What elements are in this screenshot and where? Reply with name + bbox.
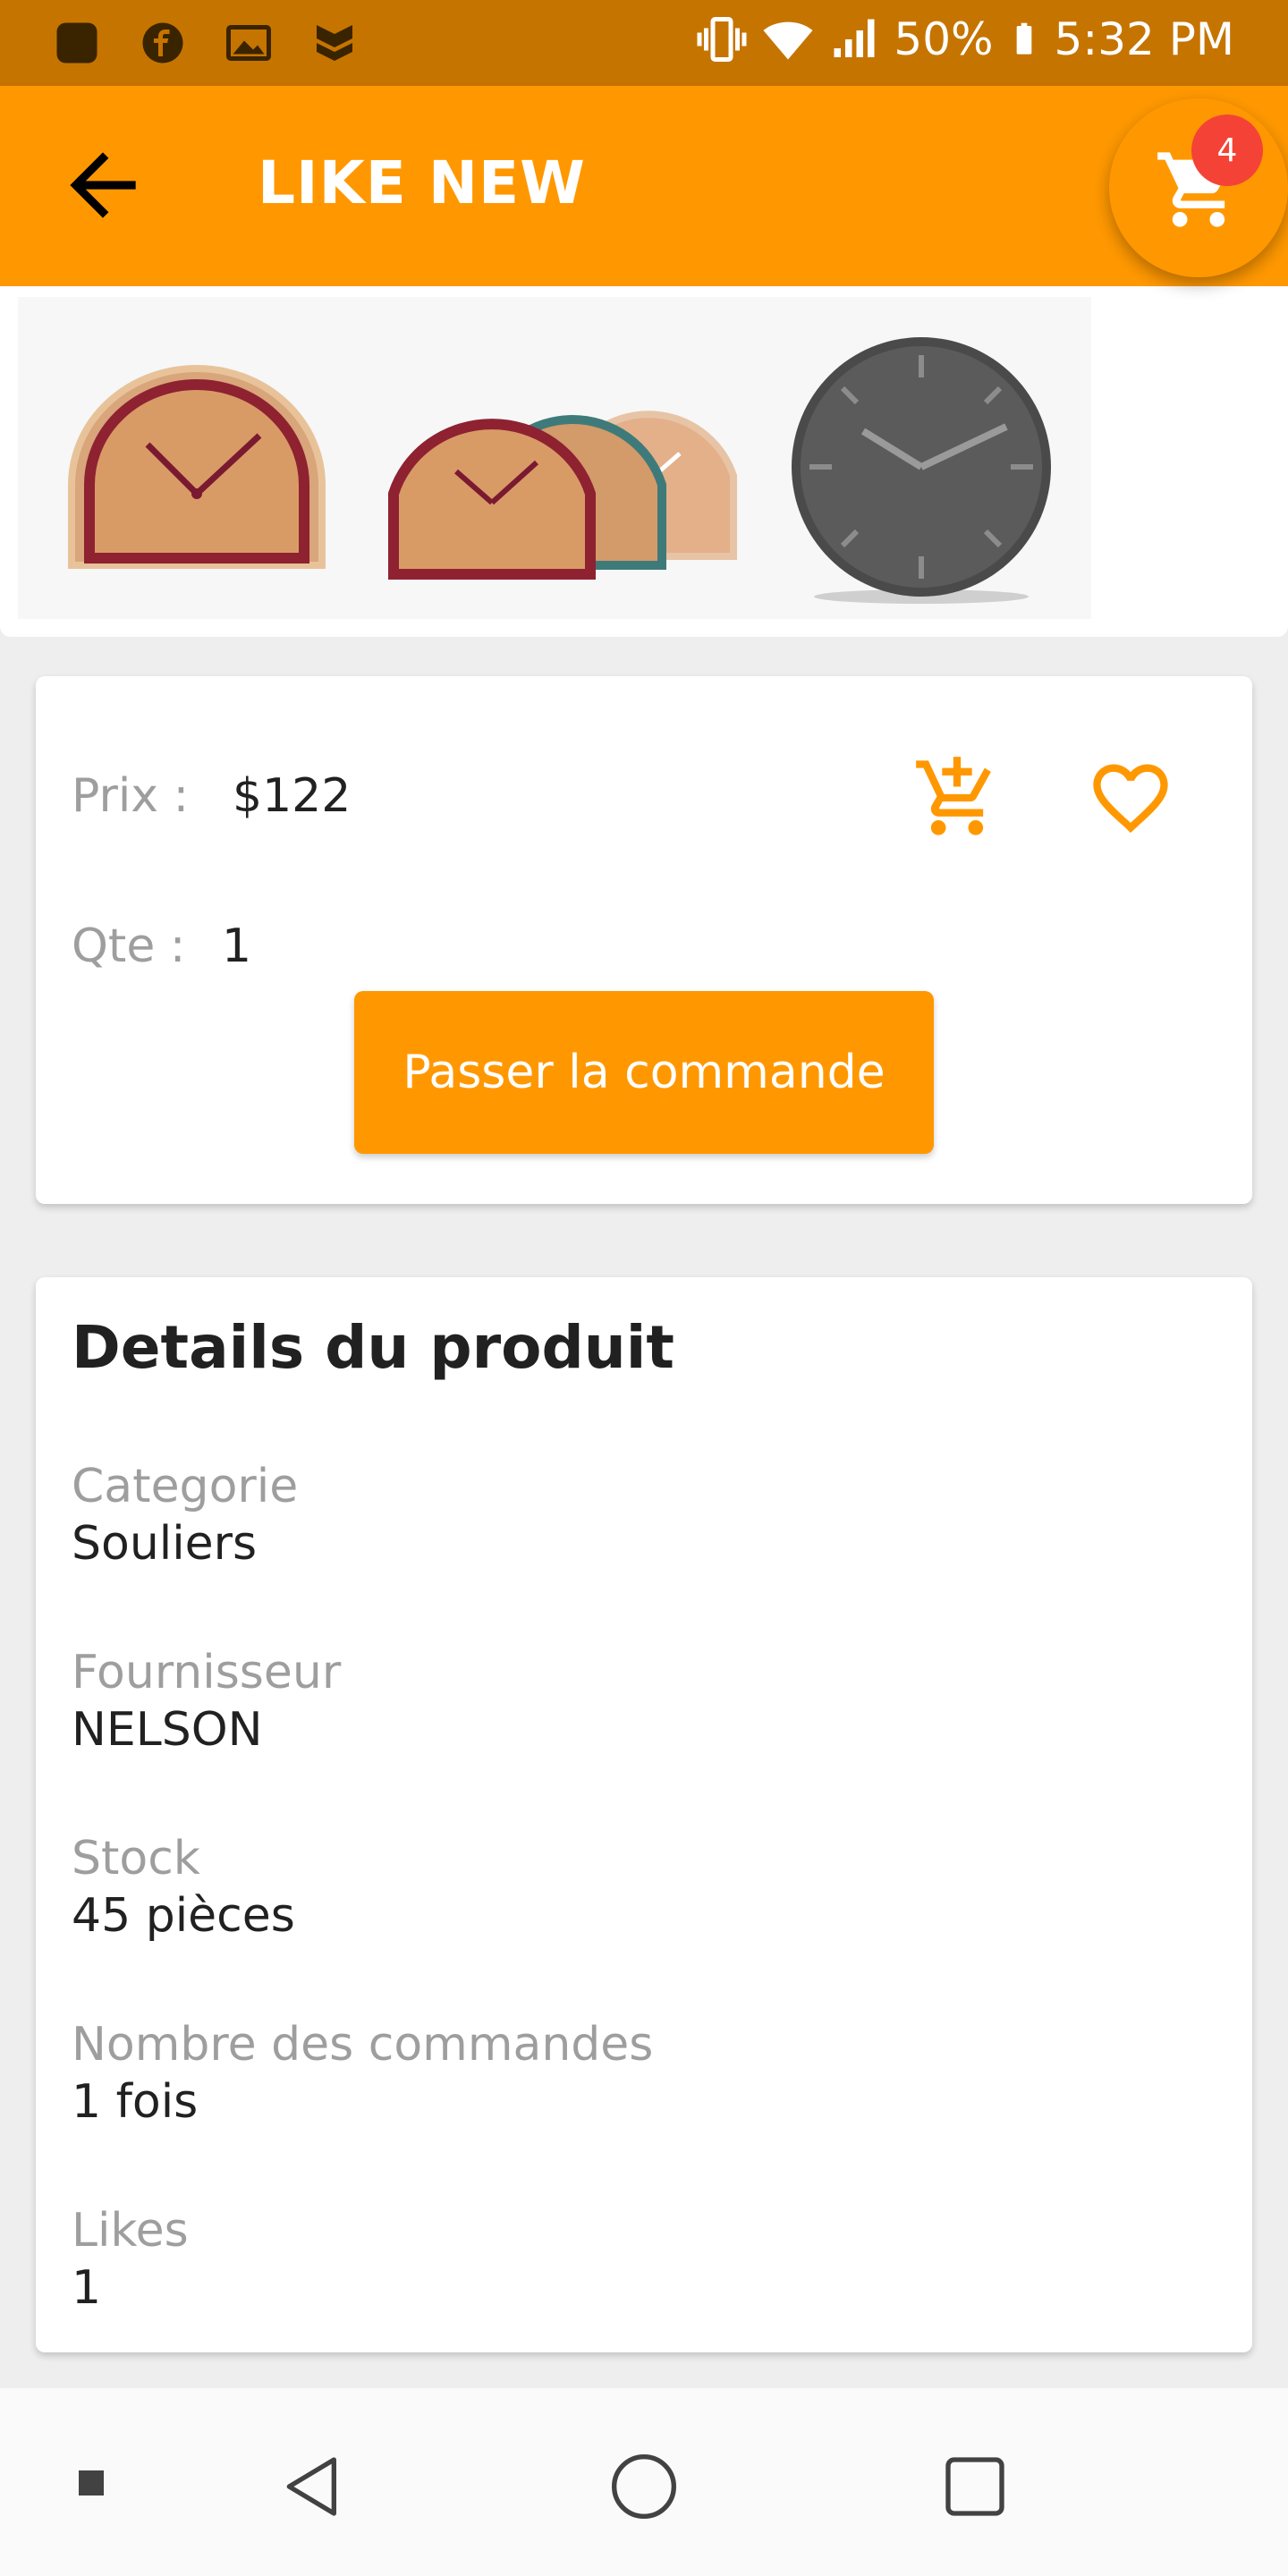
supplier-value: NELSON	[72, 1703, 263, 1757]
status-bar: 50% 5:32 PM	[0, 0, 1288, 86]
cart-count-badge: 4	[1191, 114, 1263, 186]
price-card: Prix : $122 Qte : 1 Passer la commande	[36, 676, 1252, 1204]
price-label: Prix :	[72, 769, 190, 823]
gallery-strip[interactable]	[18, 297, 1091, 619]
product-image-1[interactable]	[54, 351, 340, 583]
stock-label: Stock	[72, 1832, 200, 1885]
stock-value: 45 pièces	[72, 1889, 295, 1943]
qty-label: Qte :	[72, 919, 186, 973]
battery-icon	[1016, 22, 1031, 55]
heart-outline-icon[interactable]	[1086, 753, 1175, 843]
badge-app-icon	[317, 25, 352, 61]
nav-recents-icon[interactable]	[939, 2451, 1011, 2522]
place-order-button[interactable]: Passer la commande	[354, 991, 934, 1154]
cart-button[interactable]	[1109, 98, 1288, 277]
app-notification-icon	[56, 22, 97, 64]
product-gallery	[0, 286, 1288, 637]
product-details-card: Details du produit Categorie Souliers Fo…	[36, 1277, 1252, 2352]
vibrate-icon	[697, 17, 747, 62]
product-image-2[interactable]	[385, 360, 742, 583]
price-value: $122	[233, 769, 352, 823]
system-nav-bar	[0, 2388, 1288, 2576]
orders-count-value: 1 fois	[72, 2075, 199, 2129]
details-heading: Details du produit	[72, 1313, 674, 1382]
signal-icon	[834, 19, 875, 57]
product-image-3[interactable]	[778, 333, 1064, 610]
clock-time: 5:32 PM	[1054, 13, 1234, 65]
supplier-label: Fournisseur	[72, 1646, 342, 1699]
orders-count-label: Nombre des commandes	[72, 2018, 654, 2072]
arrow-back-icon[interactable]	[54, 136, 152, 234]
wifi-icon	[763, 21, 813, 60]
page-title: LIKE NEW	[258, 148, 586, 217]
likes-label: Likes	[72, 2204, 189, 2258]
qty-value: 1	[222, 919, 252, 973]
add-cart-icon[interactable]	[912, 753, 1002, 843]
category-label: Categorie	[72, 1460, 299, 1513]
app-toolbar: LIKE NEW	[0, 86, 1288, 286]
likes-value: 1	[72, 2261, 102, 2315]
battery-percent: 50%	[894, 13, 994, 65]
nav-dot-icon[interactable]	[79, 2470, 104, 2496]
category-value: Souliers	[72, 1517, 258, 1571]
nav-back-icon[interactable]	[277, 2451, 349, 2522]
nav-home-icon[interactable]	[608, 2451, 680, 2522]
facebook-icon	[142, 22, 183, 64]
gallery-icon	[226, 25, 271, 61]
